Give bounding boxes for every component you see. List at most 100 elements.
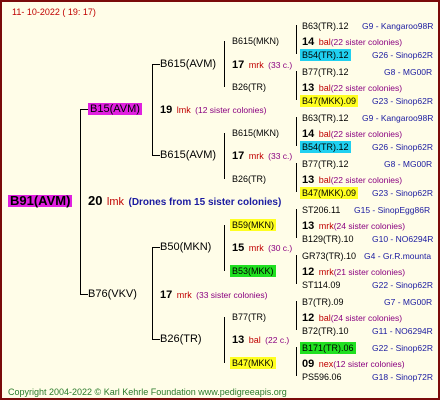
g4-queen[interactable]: B77(TR).12 [302, 158, 349, 170]
g1-drones: 19 lmk (12 sister colonies) [160, 103, 267, 116]
g3-queen[interactable]: B53(MKK) [230, 265, 276, 277]
g3-queen[interactable]: B615(MKN) [232, 35, 279, 47]
g2-queen[interactable]: B615(AVM) [160, 58, 216, 70]
g1-queen[interactable]: B15(AVM) [88, 103, 142, 115]
root-num: 20 [88, 193, 103, 208]
g4-code: G18 - Sinop72R [372, 372, 433, 382]
tree-line [224, 133, 225, 179]
tree-line [80, 109, 81, 295]
tree-line [296, 163, 297, 192]
g3-num: 12 [302, 312, 315, 324]
g1-queen[interactable]: B76(VKV) [88, 288, 137, 300]
g2-num: 15 [232, 242, 245, 254]
g4-queen[interactable]: B72(TR).10 [302, 325, 349, 337]
copyright-footer: Copyright 2004-2022 © Karl Kehrle Founda… [8, 387, 287, 397]
root-unit: lmk [106, 196, 125, 208]
g2-drones: 17 mrk (33 c.) [232, 58, 292, 71]
g3-note: (24 sister colonies) [330, 313, 403, 323]
g4-code: G9 - Kangaroo98R [362, 113, 434, 123]
g3-queen[interactable]: B59(MKN) [230, 219, 277, 231]
g2-queen[interactable]: B615(AVM) [160, 149, 216, 161]
g4-code: G11 - NO6294R [372, 326, 433, 336]
g4-code: G23 - Sinop62R [372, 188, 433, 198]
g3-num: 09 [302, 358, 315, 370]
g3-unit: nex [318, 359, 334, 369]
g4-queen[interactable]: B54(TR).12 [300, 49, 351, 61]
root-note: (Drones from 15 sister colonies) [128, 197, 282, 208]
g3-unit: bal [318, 129, 331, 139]
g3-note: (22 sister colonies) [330, 37, 403, 47]
g2-queen[interactable]: B26(TR) [160, 333, 202, 345]
g3-unit: bal [318, 175, 331, 185]
g3-queen[interactable]: B77(TR) [232, 311, 266, 323]
tree-line [152, 64, 160, 65]
tree-line [224, 317, 225, 363]
g4-queen[interactable]: ST206.11 [302, 204, 340, 216]
g2-num: 17 [232, 59, 245, 71]
tree-line [296, 255, 297, 284]
tree-line [152, 64, 153, 156]
g3-num: 13 [302, 174, 315, 186]
g4-code: G26 - Sinop62R [372, 142, 433, 152]
g3-drones: 09 nex(12 sister colonies) [302, 357, 405, 370]
g2-queen[interactable]: B50(MKN) [160, 241, 211, 253]
g3-drones: 14 bal(22 sister colonies) [302, 35, 402, 48]
g4-queen[interactable]: B63(TR).12 [302, 20, 349, 32]
g3-note: (22 sister colonies) [330, 129, 403, 139]
tree-line [152, 155, 160, 156]
tree-line [296, 117, 297, 146]
g4-queen[interactable]: B47(MKK).09 [300, 187, 359, 199]
g4-code: G8 - MG00R [384, 159, 433, 169]
root-drones: 20 lmk (Drones from 15 sister colonies) [88, 193, 282, 209]
g2-unit: mrk [248, 151, 264, 161]
g3-queen[interactable]: B615(MKN) [232, 127, 279, 139]
g2-note: (30 c.) [268, 243, 293, 253]
root-queen[interactable]: B91(AVM) [8, 194, 73, 207]
g4-code: G9 - Kangaroo98R [362, 21, 434, 31]
g2-num: 17 [232, 150, 245, 162]
g3-unit: mrk [318, 221, 334, 231]
g1-unit: mrk [176, 290, 192, 300]
g4-code: G7 - MG00R [384, 297, 433, 307]
g4-queen[interactable]: B63(TR).12 [302, 112, 349, 124]
g4-queen[interactable]: B7(TR).09 [302, 296, 344, 308]
tree-line [224, 225, 225, 271]
g2-drones: 15 mrk (30 c.) [232, 241, 292, 254]
g4-code: G22 - Sinop62R [372, 343, 433, 353]
g2-note: (22 c.) [265, 335, 290, 345]
g1-drones: 17 mrk (33 sister colonies) [160, 288, 268, 301]
g1-num: 19 [160, 104, 173, 116]
g2-drones: 17 mrk (33 c.) [232, 149, 292, 162]
g4-queen[interactable]: PS596.06 [302, 371, 342, 383]
g1-num: 17 [160, 289, 173, 301]
g2-note: (33 c.) [268, 151, 293, 161]
g4-queen[interactable]: ST114.09 [302, 279, 340, 291]
g4-queen[interactable]: B54(TR).12 [300, 141, 351, 153]
g3-drones: 13 bal(22 sister colonies) [302, 81, 402, 94]
g3-num: 13 [302, 220, 315, 232]
g3-num: 14 [302, 36, 315, 48]
g3-queen[interactable]: B26(TR) [232, 173, 266, 185]
g1-note: (33 sister colonies) [196, 290, 268, 300]
g3-note: (22 sister colonies) [330, 83, 403, 93]
g3-queen[interactable]: B47(MKK) [230, 357, 276, 369]
g2-unit: bal [248, 335, 261, 345]
g4-queen[interactable]: GR73(TR).10 [302, 250, 356, 262]
g3-note: (22 sister colonies) [330, 175, 403, 185]
g3-note: (12 sister colonies) [333, 359, 405, 369]
g4-queen[interactable]: B47(MKK).09 [300, 95, 359, 107]
g4-queen[interactable]: B129(TR).10 [302, 233, 354, 245]
tree-line [296, 71, 297, 100]
g3-drones: 14 bal(22 sister colonies) [302, 127, 402, 140]
tree-line [152, 247, 153, 339]
g4-queen[interactable]: B171(TR).06 [300, 342, 356, 354]
g4-code: G4 - Gr.R.mounta [364, 251, 432, 261]
g2-drones: 13 bal (22 c.) [232, 333, 289, 346]
g4-code: G15 - SinopEgg86R [354, 205, 431, 215]
tree-line [296, 209, 297, 238]
g4-code: G23 - Sinop62R [372, 96, 433, 106]
g4-queen[interactable]: B77(TR).12 [302, 66, 349, 78]
g3-queen[interactable]: B26(TR) [232, 81, 266, 93]
g3-drones: 13 mrk(24 sister colonies) [302, 219, 405, 232]
tree-line [296, 25, 297, 54]
